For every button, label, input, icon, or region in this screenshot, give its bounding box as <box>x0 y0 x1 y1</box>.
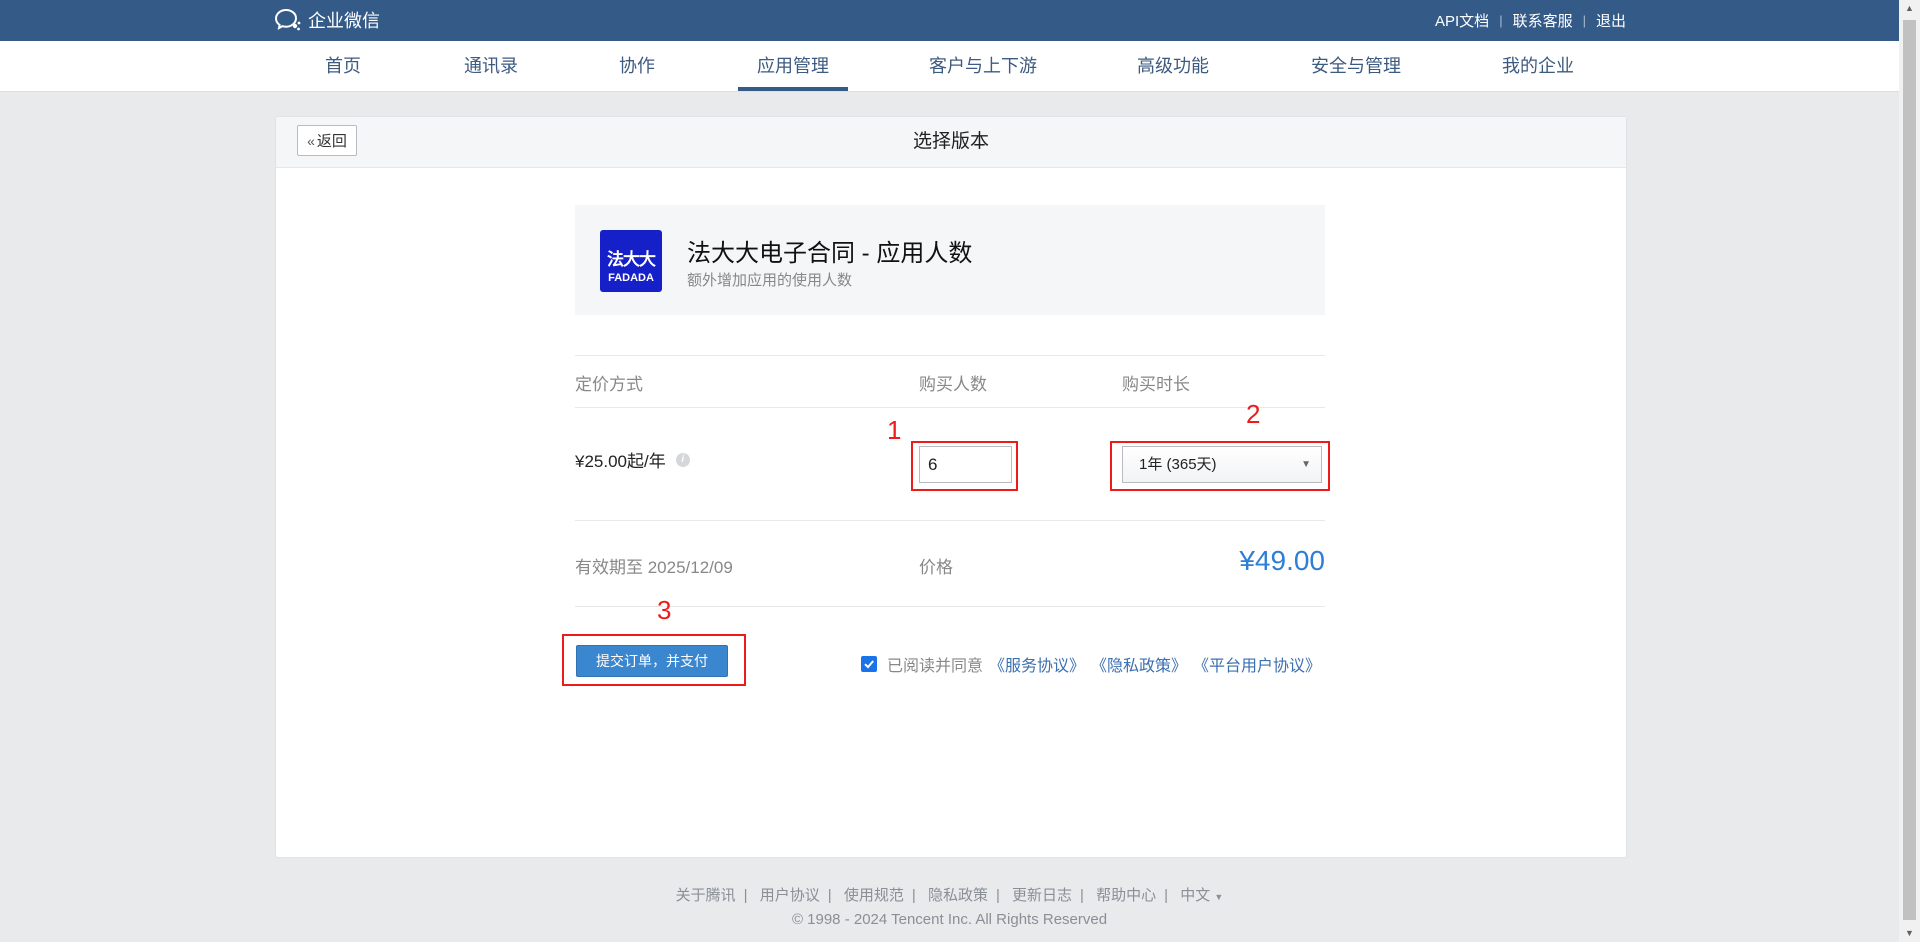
footer-links: 关于腾讯 | 用户协议 | 使用规范 | 隐私政策 | 更新日志 | 帮助中心 | 中文 ▼ <box>0 884 1899 905</box>
agree-checkbox[interactable] <box>861 656 877 672</box>
footer-usage-rules[interactable]: 使用规范 <box>844 887 904 904</box>
select-version-card: 选择版本 « 返回 法大大 FADADA 法大大电子合同 - 应用人数 额外增加… <box>275 116 1627 858</box>
footer-privacy[interactable]: 隐私政策 <box>928 887 988 904</box>
agreement: 已阅读并同意 《服务协议》 《隐私政策》 《平台用户协议》 <box>861 652 1321 676</box>
total-price: ¥49.00 <box>1239 545 1325 576</box>
separator: | <box>1499 13 1503 28</box>
divider <box>575 407 1325 408</box>
pricing-value: ¥25.00起/年 <box>575 452 666 471</box>
double-chevron-left-icon: « <box>307 132 315 149</box>
separator: | <box>1582 13 1586 28</box>
contact-support-link[interactable]: 联系客服 <box>1513 10 1573 31</box>
annotation-box-3 <box>562 634 746 686</box>
nav-collaboration[interactable]: 协作 <box>619 41 655 91</box>
footer-help[interactable]: 帮助中心 <box>1096 887 1156 904</box>
nav-contacts[interactable]: 通讯录 <box>464 41 518 91</box>
language-label: 中文 <box>1180 887 1211 904</box>
separator: | <box>911 887 916 904</box>
card-header: 选择版本 « 返回 <box>276 117 1626 168</box>
nav-customers[interactable]: 客户与上下游 <box>929 41 1037 91</box>
annotation-label-3: 3 <box>657 595 672 625</box>
page-title: 选择版本 <box>912 131 989 152</box>
footer-about[interactable]: 关于腾讯 <box>676 887 736 904</box>
checkmark-icon <box>864 660 874 669</box>
copyright: © 1998 - 2024 Tencent Inc. All Rights Re… <box>791 911 1108 928</box>
annotation-box-2 <box>1110 441 1330 491</box>
divider <box>575 606 1325 607</box>
price-label: 价格 <box>919 558 953 577</box>
header-quantity: 购买人数 <box>919 375 987 394</box>
nav-my-enterprise[interactable]: 我的企业 <box>1502 41 1574 91</box>
separator: | <box>1164 887 1169 904</box>
separator: | <box>743 887 748 904</box>
divider <box>575 520 1325 521</box>
fadada-logo: 法大大 FADADA <box>600 230 662 292</box>
brand-name: 企业微信 <box>308 11 380 31</box>
nav-security[interactable]: 安全与管理 <box>1311 41 1401 91</box>
top-bar: 企业微信 API文档 | 联系客服 | 退出 <box>0 0 1899 42</box>
divider <box>575 355 1325 356</box>
footer-changelog[interactable]: 更新日志 <box>1012 887 1072 904</box>
logo-en: FADADA <box>608 272 654 284</box>
nav-app-management[interactable]: 应用管理 <box>738 41 848 91</box>
api-docs-link[interactable]: API文档 <box>1435 10 1489 31</box>
privacy-policy-link[interactable]: 《隐私政策》 <box>1091 652 1187 676</box>
app-info: 法大大 FADADA 法大大电子合同 - 应用人数 额外增加应用的使用人数 <box>575 205 1325 315</box>
agree-text: 已阅读并同意 <box>887 658 984 675</box>
back-label: 返回 <box>316 133 347 150</box>
valid-until: 有效期至 2025/12/09 <box>575 558 733 577</box>
separator: | <box>827 887 832 904</box>
app-description: 额外增加应用的使用人数 <box>687 272 853 289</box>
header-pricing: 定价方式 <box>575 375 643 394</box>
service-agreement-link[interactable]: 《服务协议》 <box>989 652 1085 676</box>
scroll-up-icon[interactable]: ▲ <box>1899 0 1920 17</box>
platform-agreement-link[interactable]: 《平台用户协议》 <box>1193 652 1321 676</box>
header-duration: 购买时长 <box>1122 375 1190 394</box>
top-links: API文档 | 联系客服 | 退出 <box>1435 0 1626 41</box>
nav-advanced[interactable]: 高级功能 <box>1137 41 1209 91</box>
scroll-thumb[interactable] <box>1903 20 1916 920</box>
separator: | <box>995 887 1000 904</box>
logo-cn: 法大大 <box>607 250 656 269</box>
back-button[interactable]: « 返回 <box>297 125 357 156</box>
nav-home[interactable]: 首页 <box>325 41 361 91</box>
pricing-text: ¥25.00起/年 i <box>575 447 690 472</box>
footer-user-agreement[interactable]: 用户协议 <box>760 887 820 904</box>
wework-logo-icon <box>274 8 301 31</box>
main-nav: 首页 通讯录 协作 应用管理 客户与上下游 高级功能 安全与管理 我的企业 <box>0 41 1899 92</box>
annotation-label-1: 1 <box>887 415 902 445</box>
info-icon[interactable]: i <box>675 452 690 467</box>
annotation-box-1 <box>911 441 1018 491</box>
app-name: 法大大电子合同 - 应用人数 <box>687 240 973 267</box>
language-select[interactable]: 中文 ▼ <box>1180 887 1223 904</box>
separator: | <box>1080 887 1084 904</box>
wework-logo[interactable]: 企业微信 <box>274 8 380 32</box>
scrollbar[interactable]: ▲ ▼ <box>1899 0 1920 942</box>
scroll-down-icon[interactable]: ▼ <box>1899 925 1920 942</box>
logout-link[interactable]: 退出 <box>1596 10 1626 31</box>
caret-down-icon: ▼ <box>1214 892 1224 902</box>
annotation-label-2: 2 <box>1246 399 1261 429</box>
